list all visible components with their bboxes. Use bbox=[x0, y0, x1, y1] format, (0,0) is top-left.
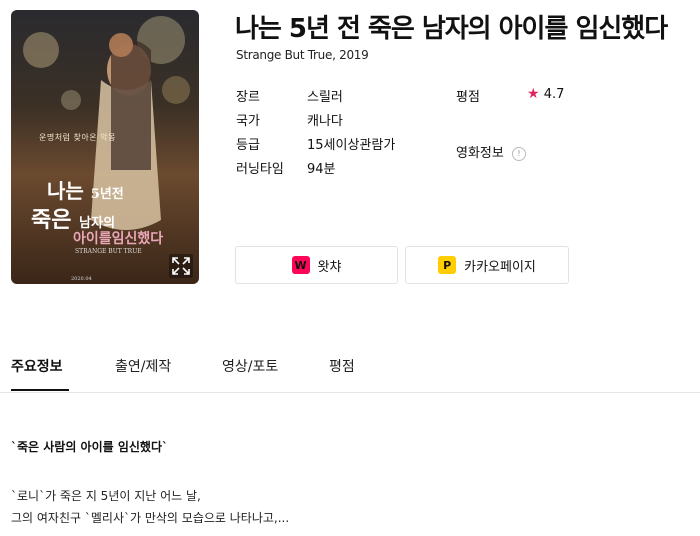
tab-cast-crew[interactable]: 출연/제작 bbox=[115, 356, 171, 376]
synopsis-line: 그의 여자친구 `멜리사`가 만삭의 모습으로 나타나고,... bbox=[11, 511, 290, 525]
watcha-button[interactable]: W 왓챠 bbox=[235, 246, 398, 284]
score-number: 4.7 bbox=[543, 87, 565, 102]
star-icon: ★ bbox=[527, 86, 540, 102]
poster-tagline: 운명처럼 찾아온 악몽 bbox=[39, 133, 116, 142]
synopsis-headline: `죽은 사람의 아이를 임신했다` bbox=[11, 440, 169, 454]
page-title: 나는 5년 전 죽은 남자의 아이를 임신했다 bbox=[235, 14, 668, 44]
runtime-value: 94분 bbox=[307, 162, 336, 177]
age-rating-label: 등급 bbox=[236, 138, 260, 153]
score-value: ★ 4.7 bbox=[527, 86, 564, 102]
kakaopage-button-label: 카카오페이지 bbox=[464, 259, 536, 275]
info-icon[interactable]: ! bbox=[511, 147, 526, 161]
content-tabs: 주요정보 출연/제작 영상/포토 평점 bbox=[0, 356, 700, 393]
synopsis-line: `로니`가 죽은 지 5년이 지난 어느 날, bbox=[11, 489, 201, 503]
movie-info-label: 영화정보 bbox=[456, 146, 504, 161]
expand-icon[interactable] bbox=[169, 254, 193, 278]
watcha-logo-icon: W bbox=[291, 256, 310, 274]
movie-poster[interactable]: 운명처럼 찾아온 악몽 나는 5년전 죽은 남자의 아이를임신했다 STRANG… bbox=[11, 10, 199, 284]
genre-value: 스릴러 bbox=[307, 90, 343, 105]
tab-video-photo[interactable]: 영상/포토 bbox=[222, 356, 278, 376]
active-tab-indicator bbox=[11, 389, 69, 391]
poster-english-title: STRANGE BUT TRUE bbox=[75, 248, 142, 255]
runtime-label: 러닝타임 bbox=[236, 162, 284, 177]
kakaopage-logo-icon: P bbox=[438, 256, 457, 274]
genre-label: 장르 bbox=[236, 90, 260, 105]
poster-title-line1: 나는 5년전 bbox=[47, 179, 124, 203]
watcha-button-label: 왓챠 bbox=[317, 259, 342, 275]
tab-reviews[interactable]: 평점 bbox=[329, 356, 355, 376]
age-rating-value: 15세이상관람가 bbox=[307, 138, 396, 153]
score-label: 평점 bbox=[456, 90, 480, 105]
poster-date: 2020.04 bbox=[71, 276, 92, 282]
poster-title-line3: 아이를임신했다 bbox=[73, 231, 164, 247]
tabs-divider bbox=[0, 392, 700, 393]
movie-info-link[interactable]: 영화정보 ! bbox=[456, 142, 526, 161]
kakaopage-button[interactable]: P 카카오페이지 bbox=[405, 246, 569, 284]
country-value: 캐나다 bbox=[307, 114, 343, 129]
movie-subtitle: Strange But True, 2019 bbox=[236, 48, 369, 62]
country-label: 국가 bbox=[236, 114, 260, 129]
tab-main-info[interactable]: 주요정보 bbox=[11, 356, 63, 376]
